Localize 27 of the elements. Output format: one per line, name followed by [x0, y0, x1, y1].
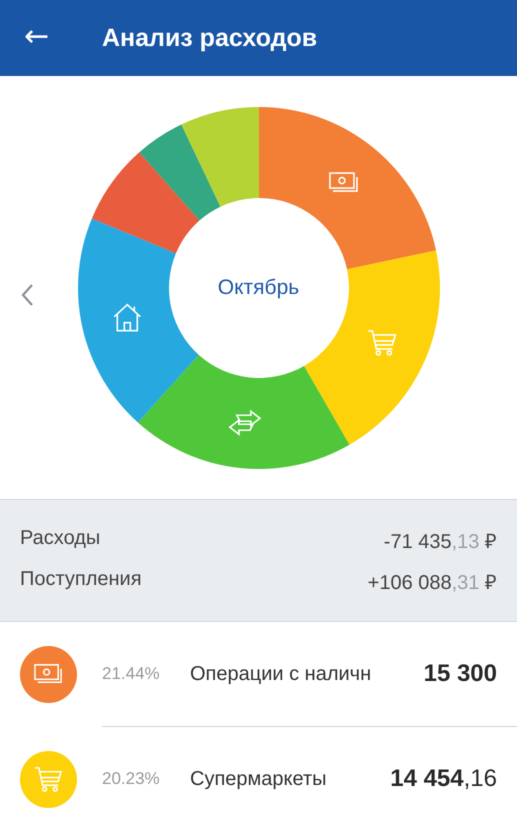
summary-amount: -71 435,13 ₽: [384, 530, 497, 554]
summary-label: Расходы: [20, 526, 100, 550]
donut-segment[interactable]: [137, 354, 349, 468]
cart-icon: [367, 330, 396, 356]
donut-segment[interactable]: [91, 152, 199, 253]
screen-title: Анализ расходов: [102, 24, 318, 52]
banknote-icon: [328, 172, 358, 192]
donut-segment[interactable]: [258, 106, 436, 269]
house-icon: [113, 303, 141, 331]
transfer-arrows-icon: [228, 409, 261, 436]
summary-label: Поступления: [20, 568, 142, 592]
donut-segment[interactable]: [138, 124, 220, 220]
category-percent: 21.44%: [102, 664, 161, 684]
category-name: Супермаркеты: [190, 768, 328, 790]
cart-icon: [34, 766, 62, 792]
donut-segment[interactable]: [304, 250, 440, 444]
back-button[interactable]: ←: [0, 18, 102, 58]
category-percent: 20.23%: [102, 769, 161, 789]
chevron-left-icon[interactable]: [20, 283, 34, 307]
banknote-icon: [34, 664, 62, 682]
month-label: Октябрь: [218, 276, 300, 300]
summary-amount: +106 088,31 ₽: [368, 570, 497, 594]
donut-segment[interactable]: [78, 218, 198, 422]
category-amount: 15 300: [424, 660, 498, 688]
category-name: Операции с наличн: [190, 662, 372, 686]
donut-segment[interactable]: [180, 106, 258, 206]
category-amount: 14 454,16: [390, 765, 498, 793]
